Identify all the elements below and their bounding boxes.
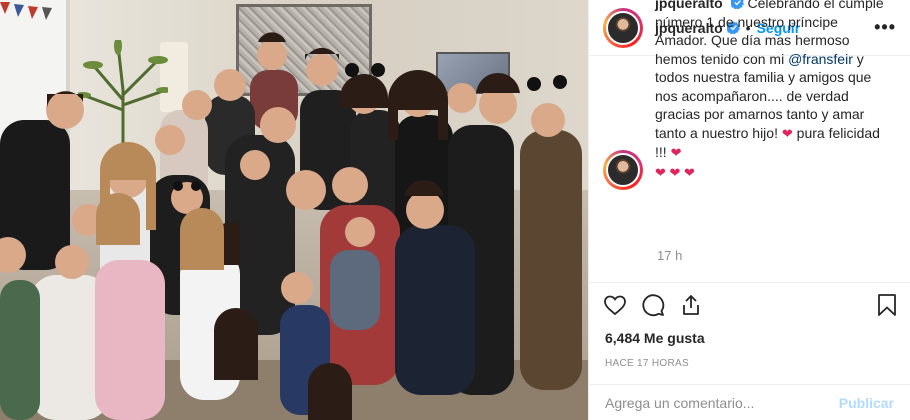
action-bar (589, 282, 910, 326)
post-side-panel: jpqueralto • Seguir ••• jpqueralto Celeb… (588, 0, 910, 420)
red-heart-emoji: ❤ (781, 125, 793, 141)
red-hearts-emoji-row: ❤ ❤ ❤ (655, 164, 695, 180)
verified-badge-icon (730, 0, 744, 9)
comment-bar: Publicar (589, 384, 910, 420)
header-avatar[interactable] (603, 7, 643, 48)
caption-username[interactable]: jpqueralto (655, 0, 723, 11)
caption-area: jpqueralto Celebrando el cumple número 1… (589, 0, 910, 282)
caption-text: jpqueralto Celebrando el cumple número 1… (655, 0, 891, 182)
comment-bubble-icon[interactable] (641, 293, 665, 317)
bookmark-icon[interactable] (876, 293, 898, 317)
avatar-image (606, 10, 640, 45)
caption-timestamp[interactable]: 17 h (657, 248, 682, 263)
comment-input[interactable] (605, 394, 839, 411)
caption-avatar[interactable] (603, 150, 643, 190)
avatar-image (606, 153, 640, 187)
posted-time: HACE 17 HORAS (605, 358, 689, 369)
post-photo[interactable] (0, 0, 588, 420)
caption-row: jpqueralto Celebrando el cumple número 1… (603, 0, 894, 190)
instagram-post: jpqueralto • Seguir ••• jpqueralto Celeb… (0, 0, 910, 420)
share-arrow-icon[interactable] (679, 293, 703, 317)
publish-button[interactable]: Publicar (839, 395, 894, 411)
group-of-people (0, 32, 582, 420)
heart-outline-icon[interactable] (603, 293, 627, 317)
mention-link[interactable]: @fransfeir (788, 51, 853, 67)
likes-count[interactable]: 6,484 Me gusta (589, 326, 910, 350)
red-heart-emoji: ❤ (670, 145, 682, 160)
